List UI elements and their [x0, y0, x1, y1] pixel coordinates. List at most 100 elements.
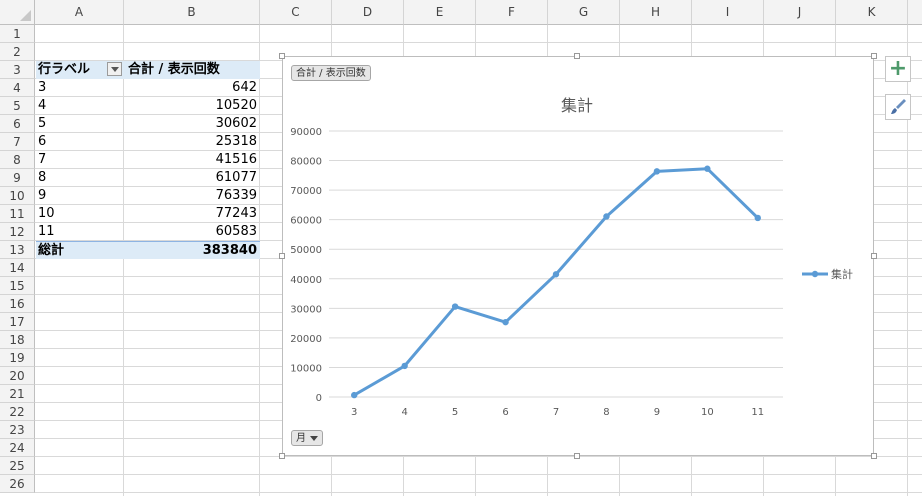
axis-field-label: 月 — [296, 433, 306, 444]
chart-resize-handle-bottom[interactable] — [574, 453, 580, 459]
row-gridline — [35, 456, 922, 457]
series-line — [352, 167, 760, 397]
y-tick-label: 30000 — [290, 304, 322, 315]
pivot-row-label[interactable]: 10 — [36, 205, 124, 223]
pivot-row-value[interactable]: 25318 — [124, 133, 260, 151]
row-header-18[interactable]: 18 — [0, 331, 35, 349]
row-header-24[interactable]: 24 — [0, 439, 35, 457]
row-gridline — [35, 42, 922, 43]
row-header-10[interactable]: 10 — [0, 187, 35, 205]
chart-styles-button[interactable] — [885, 94, 911, 120]
pivot-row-label[interactable]: 11 — [36, 223, 124, 241]
x-tick-label: 10 — [701, 407, 714, 418]
pivot-row-label-header: 行ラベル — [38, 62, 91, 77]
pivot-chart[interactable]: 集計 0 10000 20000 30000 40000 50000 60000 70000 80… — [282, 56, 874, 456]
row-header-11[interactable]: 11 — [0, 205, 35, 223]
legend-label: 集計 — [831, 267, 853, 281]
row-header-17[interactable]: 17 — [0, 313, 35, 331]
x-tick-label: 3 — [351, 407, 357, 418]
x-tick-label: 5 — [452, 407, 458, 418]
row-header-5[interactable]: 5 — [0, 97, 35, 115]
x-tick-label: 8 — [603, 407, 609, 418]
row-header-23[interactable]: 23 — [0, 421, 35, 439]
select-all-corner[interactable] — [0, 0, 35, 25]
brush-icon — [891, 99, 906, 114]
x-tick-label: 4 — [401, 407, 407, 418]
chart-resize-handle-top-right[interactable] — [871, 53, 877, 59]
chart-resize-handle-right[interactable] — [871, 253, 877, 259]
row-header-2[interactable]: 2 — [0, 43, 35, 61]
row-header-12[interactable]: 12 — [0, 223, 35, 241]
pivot-row-label[interactable]: 7 — [36, 151, 124, 169]
data-point — [704, 165, 711, 172]
value-field-button[interactable]: 合計 / 表示回数 — [291, 65, 371, 81]
column-header-g[interactable]: G — [548, 0, 620, 25]
pivot-row-label[interactable]: 6 — [36, 133, 124, 151]
column-header-b[interactable]: B — [124, 0, 260, 25]
row-header-4[interactable]: 4 — [0, 79, 35, 97]
column-header-e[interactable]: E — [404, 0, 476, 25]
y-tick-label: 60000 — [290, 216, 322, 227]
axis-field-button[interactable]: 月 — [291, 430, 323, 446]
row-header-15[interactable]: 15 — [0, 277, 35, 295]
pivot-row-label[interactable]: 4 — [36, 97, 124, 115]
pivot-grand-total-label[interactable]: 総計 — [36, 241, 124, 259]
row-header-8[interactable]: 8 — [0, 151, 35, 169]
row-header-21[interactable]: 21 — [0, 385, 35, 403]
chart-resize-handle-top[interactable] — [574, 53, 580, 59]
data-point — [552, 271, 560, 278]
row-header-6[interactable]: 6 — [0, 115, 35, 133]
pivot-row-value[interactable]: 41516 — [124, 151, 260, 169]
column-header-d[interactable]: D — [332, 0, 404, 25]
pivot-row-label[interactable]: 3 — [36, 79, 124, 97]
row-header-20[interactable]: 20 — [0, 367, 35, 385]
pivot-row-label[interactable]: 9 — [36, 187, 124, 205]
row-header-7[interactable]: 7 — [0, 133, 35, 151]
pivot-row-value[interactable]: 642 — [124, 79, 260, 97]
row-header-19[interactable]: 19 — [0, 349, 35, 367]
chart-resize-handle-bottom-right[interactable] — [871, 453, 877, 459]
pivot-row-label[interactable]: 5 — [36, 115, 124, 133]
chart-resize-handle-bottom-left[interactable] — [279, 453, 285, 459]
pivot-row-value[interactable]: 76339 — [124, 187, 260, 205]
row-header-26[interactable]: 26 — [0, 475, 35, 493]
pivot-value-header[interactable]: 合計 / 表示回数 — [124, 61, 260, 79]
row-header-22[interactable]: 22 — [0, 403, 35, 421]
chart-plot-svg: 集計 0 10000 20000 30000 40000 50000 60000 70000 80… — [290, 96, 853, 418]
row-header-16[interactable]: 16 — [0, 295, 35, 313]
row-label-filter-dropdown[interactable] — [107, 62, 122, 76]
column-header-k[interactable]: K — [836, 0, 908, 25]
column-header-partial[interactable] — [908, 0, 922, 25]
chart-resize-handle-left[interactable] — [279, 253, 285, 259]
pivot-row-value[interactable]: 77243 — [124, 205, 260, 223]
row-gridline — [35, 492, 922, 493]
x-tick-label: 6 — [502, 407, 508, 418]
column-header-i[interactable]: I — [692, 0, 764, 25]
pivot-grand-total-value[interactable]: 383840 — [124, 241, 260, 259]
pivot-row-label[interactable]: 8 — [36, 169, 124, 187]
pivot-row-value[interactable]: 10520 — [124, 97, 260, 115]
row-header-3[interactable]: 3 — [0, 61, 35, 79]
column-header-h[interactable]: H — [620, 0, 692, 25]
pivot-row-value[interactable]: 30602 — [124, 115, 260, 133]
chart-title: 集計 — [561, 96, 593, 115]
chevron-down-icon — [310, 436, 318, 441]
data-point — [451, 303, 459, 310]
y-tick-label: 40000 — [290, 275, 322, 286]
column-header-f[interactable]: F — [476, 0, 548, 25]
row-header-13[interactable]: 13 — [0, 241, 35, 259]
pivot-row-value[interactable]: 60583 — [124, 223, 260, 241]
row-header-1[interactable]: 1 — [0, 25, 35, 43]
column-header-c[interactable]: C — [260, 0, 332, 25]
row-gridline — [35, 474, 922, 475]
row-header-25[interactable]: 25 — [0, 457, 35, 475]
data-point — [351, 391, 358, 399]
row-header-9[interactable]: 9 — [0, 169, 35, 187]
data-point — [653, 168, 661, 175]
chart-resize-handle-top-left[interactable] — [279, 53, 285, 59]
column-header-j[interactable]: J — [764, 0, 836, 25]
chart-elements-button[interactable]: + — [885, 56, 911, 82]
column-header-a[interactable]: A — [35, 0, 124, 25]
pivot-row-value[interactable]: 61077 — [124, 169, 260, 187]
row-header-14[interactable]: 14 — [0, 259, 35, 277]
